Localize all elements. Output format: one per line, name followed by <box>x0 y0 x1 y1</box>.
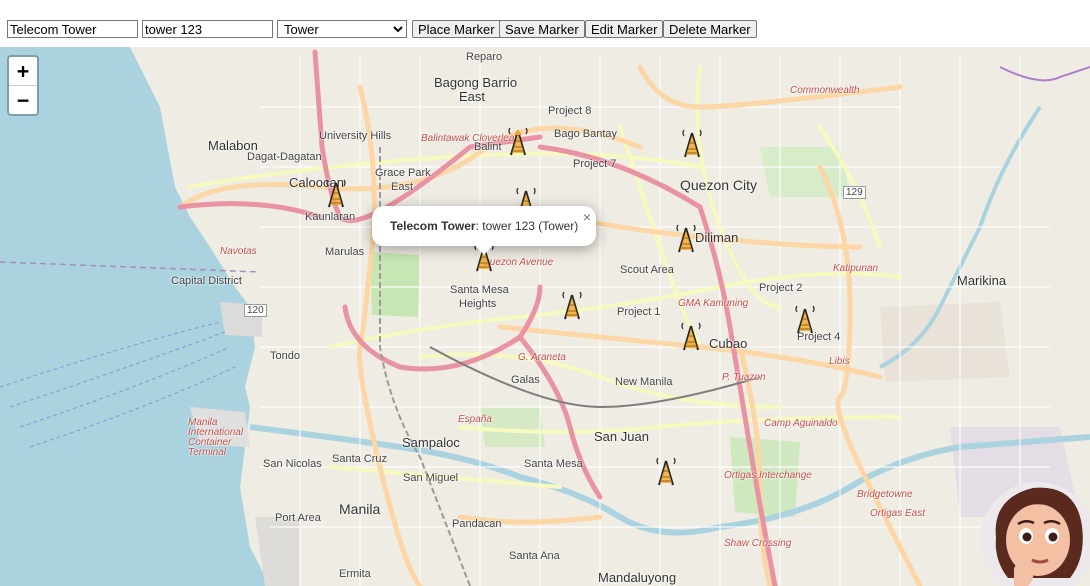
map-label: University Hills <box>319 130 392 142</box>
zoom-control: + − <box>7 55 39 116</box>
map-view[interactable]: Reparo Bagong Barrio East Project 8 Mala… <box>0 47 1090 586</box>
map-label: Grace Park <box>375 167 431 179</box>
map-label: Kaunlaran <box>305 211 356 223</box>
popup-tip <box>475 245 493 255</box>
map-label: Bridgetowne <box>857 489 913 500</box>
tower-marker-icon[interactable] <box>652 455 680 487</box>
map-label: Port Area <box>275 512 321 524</box>
popup-close-button[interactable]: × <box>583 209 591 225</box>
road-shield: 120 <box>244 304 267 317</box>
map-label: G. Araneta <box>518 352 566 363</box>
place-marker-button[interactable]: Place Marker <box>412 20 501 38</box>
map-label: Marikina <box>957 273 1007 288</box>
tower-marker-icon[interactable] <box>504 125 532 157</box>
marker-description-input[interactable] <box>142 20 273 38</box>
map-label: Katipunan <box>833 263 879 274</box>
map-label: Ermita <box>339 568 371 580</box>
map-label: GMA Kamuning <box>678 298 749 309</box>
map-label: Scout Area <box>620 264 674 276</box>
map-label: Santa Cruz <box>332 453 388 465</box>
map-label: East <box>459 89 486 104</box>
map-label: Cubao <box>709 336 748 351</box>
marker-popup: Telecom Tower: tower 123 (Tower) × <box>372 206 596 255</box>
map-label: Project 1 <box>617 306 661 318</box>
map-label: Quezon City <box>680 177 758 193</box>
tower-marker-icon[interactable] <box>791 303 819 335</box>
map-label: Ortigas Interchange <box>724 470 812 481</box>
map-label: San Miguel <box>403 472 459 484</box>
map-label: Manila <box>339 501 381 517</box>
map-label: New Manila <box>615 376 673 388</box>
map-label: Ortigas East <box>870 508 926 519</box>
popup-content: Telecom Tower: tower 123 (Tower) <box>390 219 578 233</box>
map-label: Capital District <box>171 275 242 287</box>
map-label: Manila International Container Terminal <box>188 417 244 458</box>
delete-marker-button[interactable]: Delete Marker <box>663 20 757 38</box>
save-marker-button[interactable]: Save Marker <box>499 20 585 38</box>
map-label: Santa Mesa <box>450 284 509 296</box>
map-label: Balintawak Cloverleaf <box>421 133 518 144</box>
map-label: Dagat-Dagatan <box>247 151 322 163</box>
map-label: Camp Aguinaldo <box>764 418 838 429</box>
map-label: Santa Mesa <box>524 458 583 470</box>
map-label: Shaw Crossing <box>724 538 792 549</box>
map-label: Diliman <box>695 230 739 245</box>
tower-marker-icon[interactable] <box>558 289 586 321</box>
zoom-in-button[interactable]: + <box>9 57 37 85</box>
marker-name-input[interactable] <box>7 20 138 38</box>
map-label: Bagong Barrio <box>434 75 518 90</box>
map-label: San Nicolas <box>263 458 322 470</box>
map-label: Mandaluyong <box>598 570 677 585</box>
tower-marker-icon[interactable] <box>672 222 700 254</box>
map-label: Marulas <box>325 246 365 258</box>
marker-type-select[interactable]: Tower <box>277 20 407 38</box>
map-label: Project 8 <box>548 105 592 117</box>
map-label: Project 7 <box>573 158 617 170</box>
marker-toolbar: Tower Place Marker Save Marker Edit Mark… <box>0 0 1090 46</box>
map-label: Pandacan <box>452 518 502 530</box>
map-label: Santa Ana <box>509 550 560 562</box>
map-label: Libis <box>829 356 850 367</box>
map-label: Project 2 <box>759 282 803 294</box>
map-label: East <box>391 181 414 193</box>
map-label: Heights <box>459 298 497 310</box>
map-label: España <box>458 414 492 425</box>
tower-marker-icon[interactable] <box>678 127 706 159</box>
map-label: San Juan <box>594 429 649 444</box>
assistant-avatar[interactable] <box>978 478 1090 586</box>
map-tiles <box>0 47 1090 586</box>
map-label: Reparo <box>466 51 503 63</box>
zoom-out-button[interactable]: − <box>9 86 37 114</box>
map-label: Sampaloc <box>402 435 460 450</box>
popup-body: : tower 123 (Tower) <box>475 219 579 233</box>
popup-title: Telecom Tower <box>390 219 476 233</box>
road-shield: 129 <box>843 186 866 199</box>
map-label: Balint <box>474 141 502 153</box>
map-label: Galas <box>511 374 540 386</box>
map-label: P. Tuazon <box>722 372 766 383</box>
map-label: Commonwealth <box>790 85 860 96</box>
map-label: Tondo <box>270 350 300 362</box>
map-label: Navotas <box>220 246 257 257</box>
map-label: Bago Bantay <box>554 128 617 140</box>
edit-marker-button[interactable]: Edit Marker <box>585 20 664 38</box>
tower-marker-icon[interactable] <box>322 177 350 209</box>
tower-marker-icon[interactable] <box>677 320 705 352</box>
